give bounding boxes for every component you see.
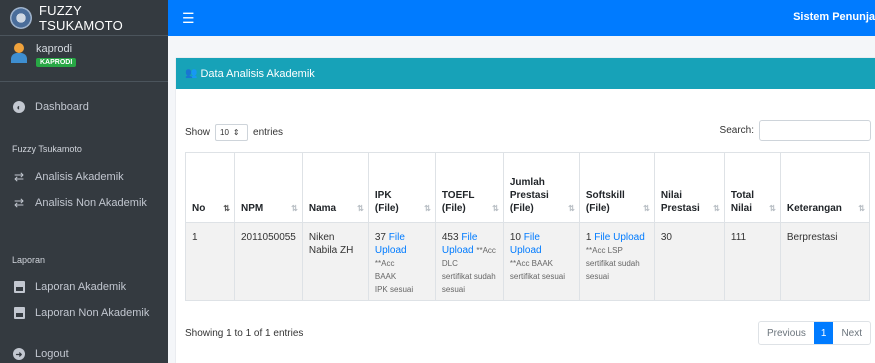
sort-icon: ⇅ xyxy=(858,204,865,213)
sort-icon: ⇅ xyxy=(492,204,499,213)
sidebar-item-label: Analisis Akademik xyxy=(35,171,124,183)
report-icon xyxy=(12,280,26,294)
cell-jumlah-prestasi: 10 File Upload **Acc BAAK sertifikat ses… xyxy=(502,222,580,301)
search-label: Search: xyxy=(719,125,754,136)
card-title: Data Analisis Akademik xyxy=(200,67,315,80)
pagination: Previous 1 Next xyxy=(757,321,871,345)
cell-softskill: 1 File Upload **Acc LSP sertifikat sudah… xyxy=(578,222,655,301)
table-controls: Show 10 ⇕ entries Search: xyxy=(185,120,871,142)
sync-icon: ⇄ xyxy=(13,170,25,184)
data-card: 👥 Data Analisis Akademik Show 10 ⇕ entri… xyxy=(176,58,875,363)
previous-button[interactable]: Previous xyxy=(759,322,814,344)
users-icon: 👥 xyxy=(185,68,198,79)
sidebar-item-dashboard[interactable]: ◐ Dashboard xyxy=(0,100,168,114)
ipk-file-link[interactable]: Upload xyxy=(375,245,407,256)
report-icon xyxy=(12,306,26,320)
sort-icon: ⇅ xyxy=(568,204,575,213)
sort-icon: ⇅ xyxy=(357,204,364,213)
sort-icon: ⇅ xyxy=(643,204,650,213)
brand-title: FUZZY TSUKAMOTO xyxy=(39,2,123,33)
sort-updown-icon: ⇕ xyxy=(232,128,240,137)
col-header-keterangan[interactable]: Keterangan ⇅ xyxy=(779,152,871,223)
brand-logo-icon xyxy=(10,6,32,29)
sidebar-item-label: Laporan Akademik xyxy=(35,281,127,293)
hamburger-menu-icon[interactable]: ☰ xyxy=(182,10,195,27)
sort-icon: ⇅ xyxy=(713,204,720,213)
page-length-select[interactable]: 10 ⇕ xyxy=(215,124,249,141)
table-header-row: No ⇅ NPM ⇅ Nama ⇅ IPK (File) ⇅ TOEFL (File) ⇅ J… xyxy=(185,152,871,223)
sidebar-item-laporan-non-akademik[interactable]: Laporan Non Akademik xyxy=(0,306,168,320)
cell-keterangan: Berprestasi xyxy=(779,222,871,301)
sort-icon: ⇅ xyxy=(291,204,298,213)
cell-ipk: 37 File Upload **Acc BAAK IPK sesuai xyxy=(367,222,436,301)
card-header: 👥 Data Analisis Akademik xyxy=(176,58,875,89)
col-header-no[interactable]: No ⇅ xyxy=(185,152,235,223)
toefl-file-link[interactable]: Upload xyxy=(442,245,474,256)
col-header-jumlah-prestasi[interactable]: Jumlah Prestasi (File) ⇅ xyxy=(502,152,580,223)
col-header-ipk[interactable]: IPK (File) ⇅ xyxy=(367,152,436,223)
softskill-file-link[interactable]: File Upload xyxy=(594,232,645,243)
sort-icon: ⇅ xyxy=(769,204,776,213)
sort-asc-icon: ⇅ xyxy=(223,204,230,213)
sidebar-item-analisis-non-akademik[interactable]: ⇄ Analisis Non Akademik xyxy=(0,196,168,210)
logout-icon: ➜ xyxy=(12,347,26,361)
page-1-button[interactable]: 1 xyxy=(813,322,834,344)
cell-toefl: 453 File Upload **Acc DLC sertifikat sud… xyxy=(434,222,504,301)
sidebar-item-laporan-akademik[interactable]: Laporan Akademik xyxy=(0,280,168,294)
col-header-npm[interactable]: NPM ⇅ xyxy=(234,152,303,223)
col-header-nama[interactable]: Nama ⇅ xyxy=(301,152,369,223)
table-info: Showing 1 to 1 of 1 entries xyxy=(185,328,304,339)
cell-no: 1 xyxy=(185,222,235,301)
sort-icon: ⇅ xyxy=(424,204,431,213)
next-button[interactable]: Next xyxy=(833,322,870,344)
sidebar-section-laporan: Laporan xyxy=(12,255,46,265)
sidebar-item-label: Logout xyxy=(35,348,69,360)
top-navbar: ☰ Sistem Penunja xyxy=(168,0,875,36)
cell-npm: 2011050055 xyxy=(234,222,303,301)
col-header-nilai-prestasi[interactable]: Nilai Prestasi ⇅ xyxy=(653,152,725,223)
sidebar-section-fuzzy: Fuzzy Tsukamoto xyxy=(12,144,82,154)
cell-total-nilai: 111 xyxy=(723,222,781,301)
show-label: Show xyxy=(185,127,211,138)
search-control: Search: xyxy=(720,120,871,141)
col-header-softskill[interactable]: Softskill (File) ⇅ xyxy=(578,152,655,223)
sidebar-item-label: Dashboard xyxy=(35,101,89,113)
table-row: 1 2011050055 Niken Nabila ZH 37 File Uplo… xyxy=(185,222,871,301)
topbar-title: Sistem Penunja xyxy=(793,11,875,23)
sidebar-item-label: Analisis Non Akademik xyxy=(35,197,147,209)
user-panel: kaprodi KAPRODI xyxy=(0,36,168,82)
col-header-total-nilai[interactable]: Total Nilai ⇅ xyxy=(723,152,781,223)
page-length-control: Show 10 ⇕ entries xyxy=(185,124,283,141)
ipk-file-link[interactable]: File xyxy=(389,232,405,243)
entries-label: entries xyxy=(253,127,284,138)
col-header-toefl[interactable]: TOEFL (File) ⇅ xyxy=(434,152,504,223)
sidebar-item-analisis-akademik[interactable]: ⇄ Analisis Akademik xyxy=(0,170,168,184)
brand-link[interactable]: FUZZY TSUKAMOTO xyxy=(0,0,168,36)
dashboard-icon: ◐ xyxy=(12,100,26,114)
toefl-file-link[interactable]: File xyxy=(461,232,477,243)
search-input[interactable] xyxy=(759,120,871,141)
sync-icon: ⇄ xyxy=(13,196,25,210)
cell-nama: Niken Nabila ZH xyxy=(301,222,369,301)
analysis-table: No ⇅ NPM ⇅ Nama ⇅ IPK (File) ⇅ TOEFL (File) ⇅ J… xyxy=(185,152,871,301)
user-name[interactable]: kaprodi xyxy=(36,43,76,55)
page-length-value: 10 xyxy=(220,128,229,137)
sidebar-item-logout[interactable]: ➜ Logout xyxy=(0,347,168,361)
sidebar-item-label: Laporan Non Akademik xyxy=(35,307,150,319)
user-avatar-icon xyxy=(10,43,28,63)
user-role-badge: KAPRODI xyxy=(36,58,77,67)
sidebar: FUZZY TSUKAMOTO kaprodi KAPRODI ◐ Dashbo… xyxy=(0,0,168,363)
cell-nilai-prestasi: 30 xyxy=(653,222,725,301)
